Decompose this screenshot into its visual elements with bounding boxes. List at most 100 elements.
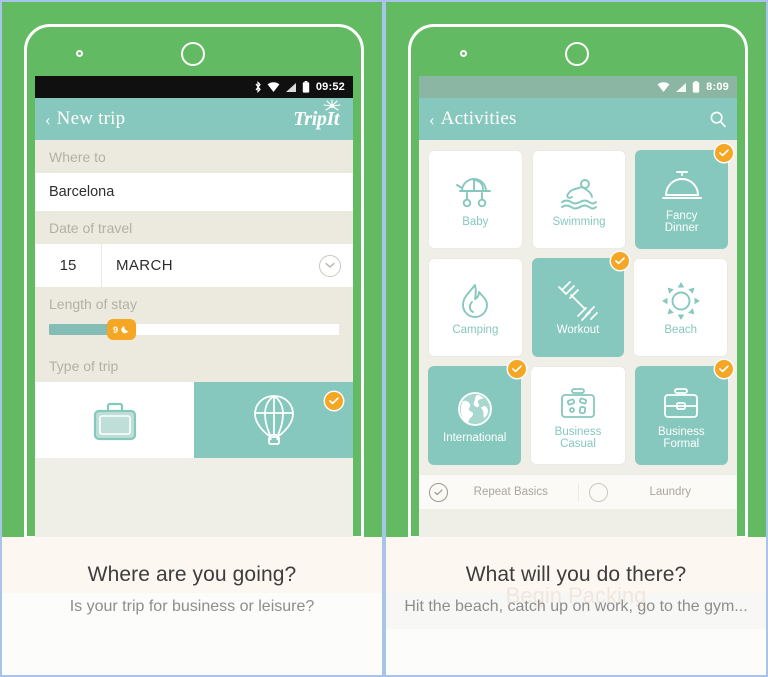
activity-tile-camping[interactable]: Camping <box>428 258 523 357</box>
trip-type-business[interactable] <box>35 382 194 458</box>
caption-subtitle-right: Hit the beach, catch up on work, go to t… <box>404 598 748 615</box>
tripit-logo: TripIt <box>293 98 343 131</box>
formal-briefcase-icon <box>659 382 703 424</box>
checked-circle-icon[interactable] <box>429 482 448 502</box>
check-icon <box>512 365 523 373</box>
status-icons-left <box>254 81 310 93</box>
activity-tile-beach[interactable]: Beach <box>633 258 729 357</box>
length-of-stay-slider[interactable]: 9 <box>49 319 339 340</box>
empty-circle-icon[interactable] <box>588 482 608 502</box>
globe-icon <box>456 388 494 430</box>
status-bar-right: 8:09 <box>419 76 737 98</box>
trip-type-row <box>35 382 353 458</box>
date-of-travel-label: Date of travel <box>35 211 353 244</box>
check-icon <box>719 365 729 373</box>
battery-icon <box>692 81 700 93</box>
check-icon <box>719 149 729 157</box>
status-bar-left: 09:52 <box>35 76 353 98</box>
earpiece-icon <box>181 42 205 66</box>
length-of-stay-label: Length of stay <box>35 287 353 320</box>
trip-type-leisure[interactable] <box>194 382 353 458</box>
bluetooth-icon <box>255 81 261 93</box>
activities-grid: Baby Swimming Fancy Dinner Camping Worko… <box>419 140 737 465</box>
activity-tile-business-formal[interactable]: Business Formal <box>634 360 733 465</box>
bottom-item-repeat-basics[interactable]: Repeat Basics <box>419 482 578 502</box>
activities-bottom-bar: Repeat Basics Laundry <box>419 474 737 509</box>
phone-screen-right: 8:09 ‹ Activities Baby Swimming Fancy Di… <box>419 76 737 537</box>
app-bar-right: ‹ Activities <box>419 98 737 140</box>
slider-value: 9 <box>113 324 119 335</box>
activity-label: Baby <box>462 215 489 228</box>
activity-tile-international[interactable]: International <box>428 360 527 465</box>
back-chevron-icon-right[interactable]: ‹ <box>429 111 435 128</box>
signal-icon <box>285 82 296 92</box>
app-bar-title-right: Activities <box>440 108 517 129</box>
swimmer-icon <box>558 172 600 214</box>
app-bar-title-left: New trip <box>56 108 126 129</box>
wifi-icon <box>267 81 280 92</box>
date-day-value[interactable]: 15 <box>35 244 102 287</box>
activity-label: Fancy Dinner <box>664 209 699 234</box>
signal-icon <box>676 82 687 92</box>
length-of-stay-slider-wrap: 9 <box>35 319 353 349</box>
front-camera-icon <box>76 50 83 57</box>
activity-label: Camping <box>452 323 499 336</box>
sun-icon <box>661 280 701 322</box>
selected-check-badge <box>714 360 733 378</box>
check-icon <box>329 397 339 405</box>
bottom-item-label: Repeat Basics <box>473 486 548 498</box>
caption-title-left: Where are you going? <box>87 563 297 586</box>
stroller-icon <box>455 172 495 214</box>
activity-tile-swimming[interactable]: Swimming <box>531 150 627 249</box>
check-icon <box>615 257 626 265</box>
cloche-icon <box>661 166 703 208</box>
status-time-left: 09:52 <box>315 81 345 93</box>
dumbbell-icon <box>557 280 599 322</box>
caption-title-right: What will you do there? <box>465 563 687 586</box>
bottom-item-label: Laundry <box>649 486 692 498</box>
right-phone-panel: 8:09 ‹ Activities Baby Swimming Fancy Di… <box>384 0 768 677</box>
activity-label: Business Casual <box>554 425 602 450</box>
selected-check-badge <box>508 360 527 378</box>
activity-label: Swimming <box>552 215 606 228</box>
where-to-input[interactable]: Barcelona <box>35 173 353 211</box>
toiletry-bag-icon <box>556 382 600 424</box>
date-month-value[interactable]: MARCH <box>102 257 319 274</box>
chevron-down-icon[interactable] <box>319 254 341 277</box>
activity-label: Workout <box>556 323 600 336</box>
selected-check-badge <box>715 144 734 162</box>
hot-air-balloon-icon <box>253 395 294 445</box>
briefcase-icon <box>93 402 136 441</box>
app-bar-left: ‹ New trip TripIt <box>35 98 353 140</box>
bottom-item-laundry[interactable]: Laundry <box>577 482 738 502</box>
activity-label: Business Formal <box>657 425 705 450</box>
activity-tile-workout[interactable]: Workout <box>531 252 630 357</box>
activity-label: International <box>443 431 507 444</box>
left-phone-panel: 09:52 ‹ New trip TripIt Where to Barcelo… <box>0 0 384 677</box>
date-row[interactable]: 15 MARCH <box>35 244 353 287</box>
moon-icon <box>121 326 129 334</box>
caption-subtitle-left: Is your trip for business or leisure? <box>69 598 315 615</box>
starburst-icon <box>323 98 341 111</box>
caption-left: Where are you going? Is your trip for bu… <box>2 537 382 675</box>
status-icons-right <box>657 81 700 93</box>
selected-check-badge <box>325 392 343 410</box>
activities-row: Baby Swimming Fancy Dinner <box>428 144 734 249</box>
battery-icon <box>302 81 310 93</box>
activity-tile-baby[interactable]: Baby <box>428 150 523 249</box>
earpiece-icon-right <box>565 42 589 66</box>
activities-row: Camping Workout Beach <box>428 252 729 357</box>
activity-tile-business-casual[interactable]: Business Casual <box>530 366 626 465</box>
front-camera-icon-right <box>460 50 467 57</box>
where-to-label: Where to <box>35 140 353 173</box>
comparison-stage: 09:52 ‹ New trip TripIt Where to Barcelo… <box>0 0 768 677</box>
selected-check-badge <box>611 252 630 270</box>
search-icon[interactable] <box>709 110 727 128</box>
phone-screen-left: 09:52 ‹ New trip TripIt Where to Barcelo… <box>35 76 353 537</box>
campfire-icon <box>456 280 494 322</box>
activity-tile-fancy-dinner[interactable]: Fancy Dinner <box>635 144 734 249</box>
wifi-icon <box>657 81 670 92</box>
type-of-trip-label: Type of trip <box>35 349 353 382</box>
slider-thumb[interactable]: 9 <box>107 319 137 340</box>
back-chevron-icon[interactable]: ‹ <box>45 111 51 128</box>
